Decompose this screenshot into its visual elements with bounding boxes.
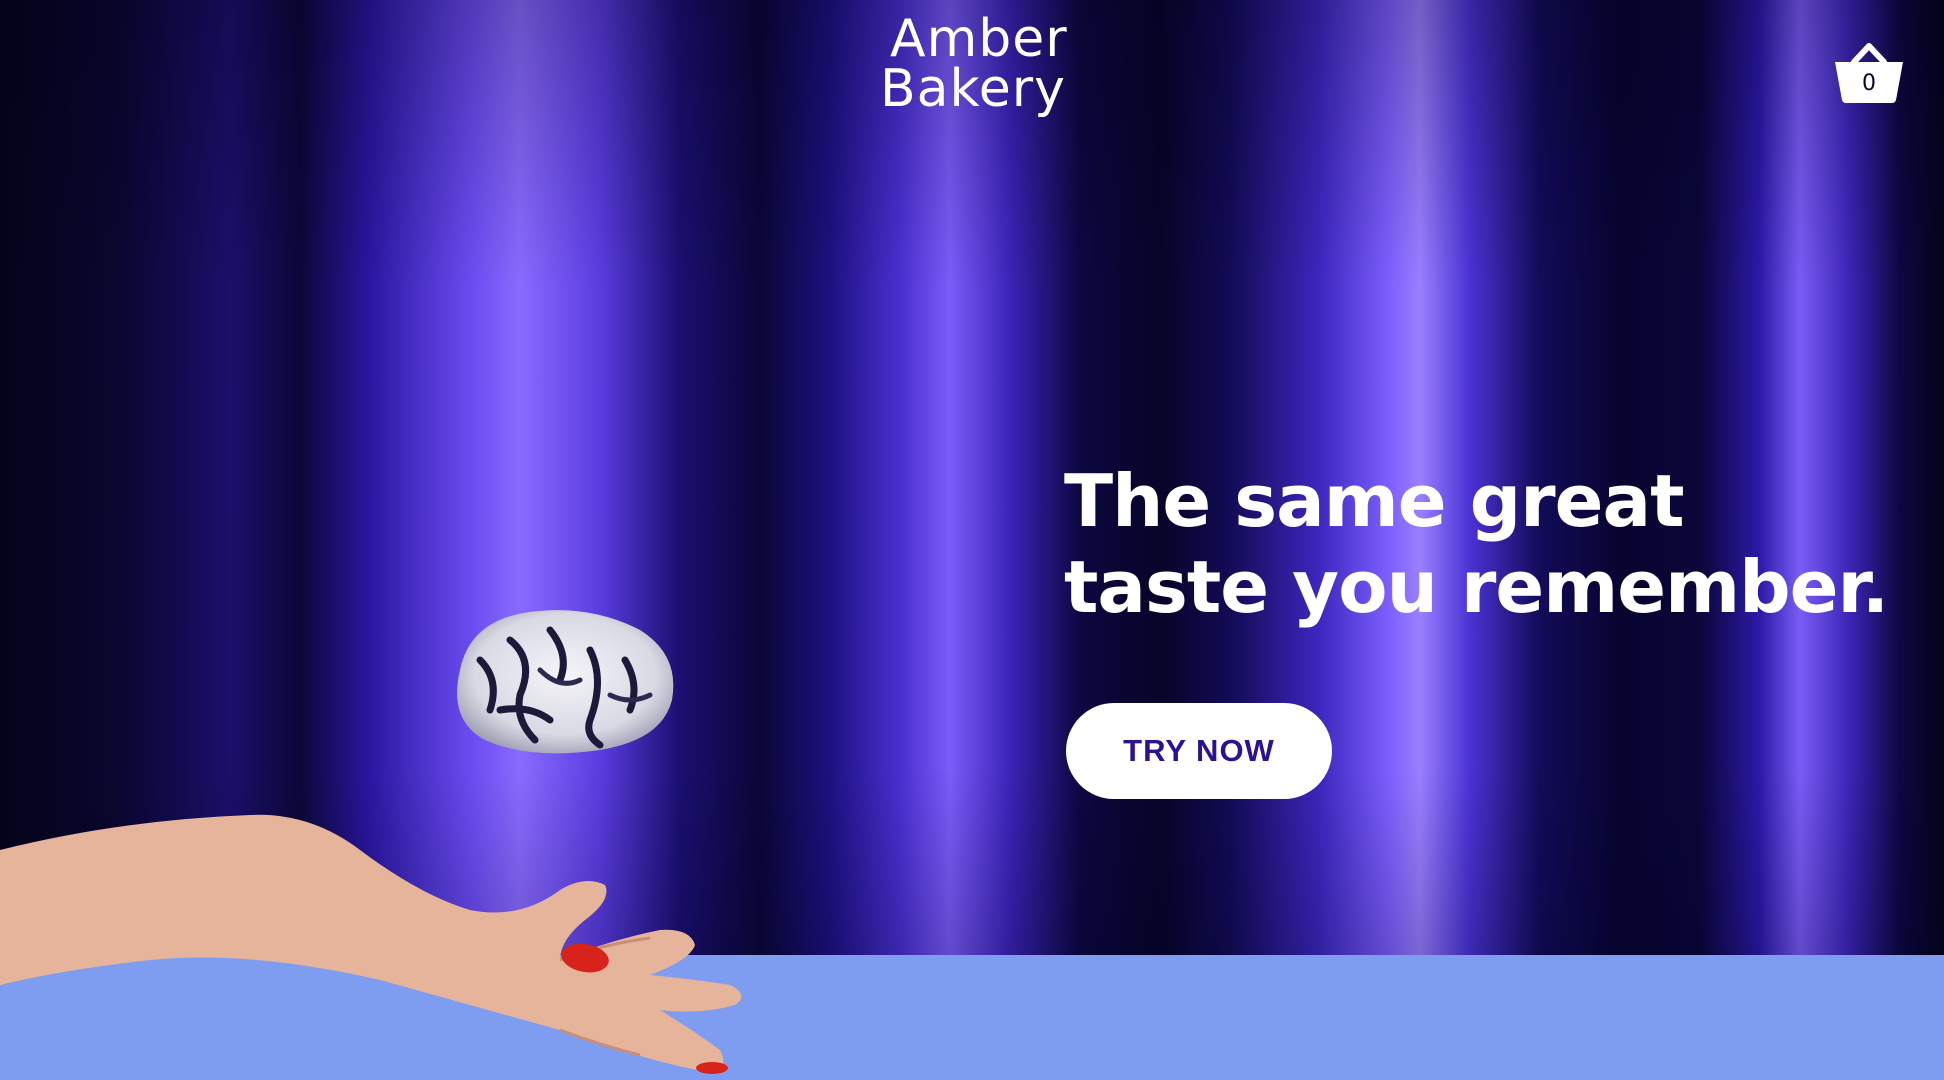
try-now-button[interactable]: TRY NOW (1066, 703, 1332, 799)
brand-logo[interactable]: Amber Bakery (880, 9, 1070, 119)
hand-image (0, 814, 742, 1074)
hero-page: Amber Bakery 0 The same great taste you … (0, 0, 1944, 1080)
cart-button[interactable]: 0 (1832, 40, 1906, 104)
logo-line-1: Amber (890, 9, 1068, 69)
headline-line-2: taste you remember. (1064, 545, 1889, 629)
crinkle-cookie-image (457, 610, 674, 754)
hero-headline: The same great taste you remember. (1064, 458, 1889, 630)
headline-line-1: The same great (1064, 459, 1685, 543)
logo-line-2: Bakery (880, 59, 1066, 119)
cart-count: 0 (1862, 71, 1876, 96)
